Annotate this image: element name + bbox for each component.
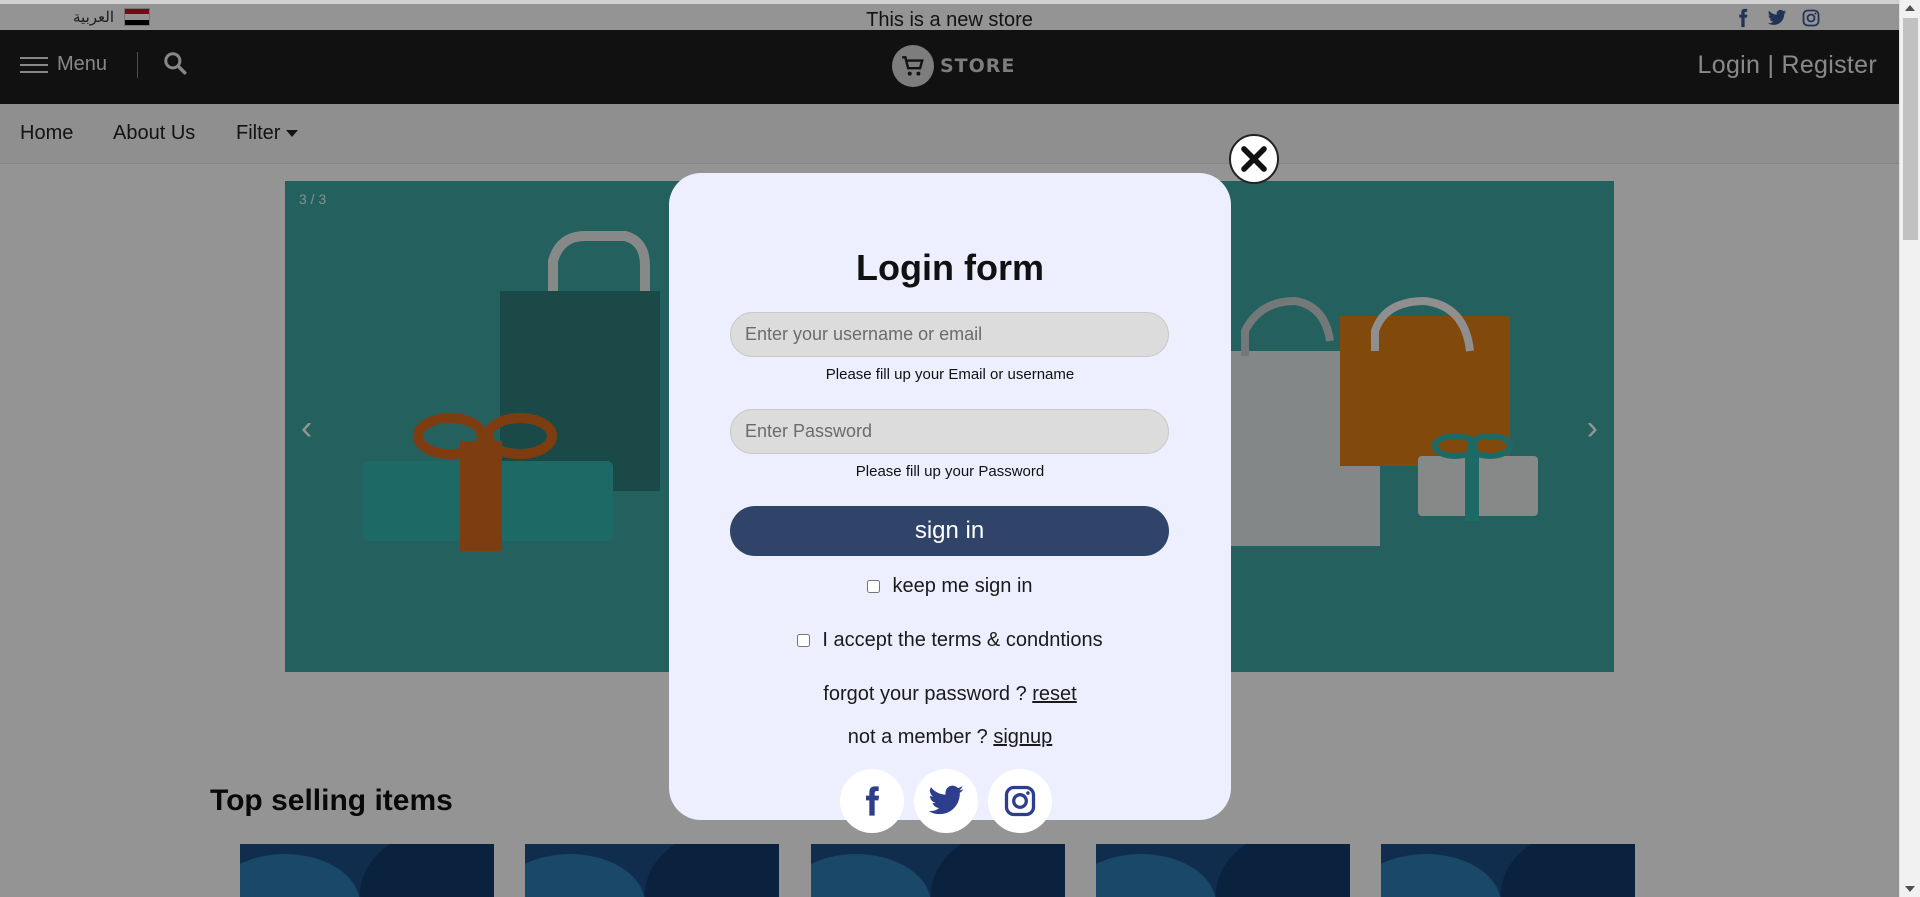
close-icon: [1241, 146, 1267, 172]
terms-row[interactable]: I accept the terms & condntions: [669, 629, 1231, 652]
scroll-up-icon[interactable]: [1905, 5, 1915, 11]
password-hint: Please fill up your Password: [855, 463, 1045, 480]
close-modal-button[interactable]: [1229, 134, 1279, 184]
login-modal: Login form Please fill up your Email or …: [669, 173, 1231, 833]
keep-signed-in-label: keep me sign in: [892, 575, 1033, 597]
not-member-text: not a member ?: [847, 726, 988, 748]
scroll-down-icon[interactable]: [1905, 886, 1915, 892]
forgot-password-text: forgot your password ?: [823, 683, 1027, 705]
twitter-icon: [928, 785, 964, 815]
facebook-button[interactable]: [840, 769, 904, 833]
terms-checkbox[interactable]: [797, 634, 811, 647]
keep-signed-in-row[interactable]: keep me sign in: [669, 575, 1231, 598]
instagram-icon: [1004, 785, 1036, 817]
reset-link[interactable]: reset: [1032, 683, 1076, 705]
signup-row: not a member ? signup: [669, 726, 1231, 749]
password-input[interactable]: [730, 409, 1169, 454]
forgot-password-row: forgot your password ? reset: [669, 683, 1231, 706]
keep-signed-in-checkbox[interactable]: [867, 580, 881, 593]
facebook-icon: [866, 786, 880, 816]
signin-button[interactable]: sign in: [730, 506, 1169, 556]
username-hint: Please fill up your Email or username: [825, 366, 1075, 383]
username-input[interactable]: [730, 312, 1169, 357]
instagram-button[interactable]: [988, 769, 1052, 833]
scrollbar-thumb[interactable]: [1903, 18, 1918, 240]
signup-link[interactable]: signup: [993, 726, 1052, 748]
twitter-button[interactable]: [914, 769, 978, 833]
page-scrollbar[interactable]: [1899, 0, 1920, 897]
modal-social-links: [840, 769, 1052, 833]
terms-label: I accept the terms & condntions: [822, 629, 1103, 651]
modal-title: Login form: [856, 247, 1044, 288]
